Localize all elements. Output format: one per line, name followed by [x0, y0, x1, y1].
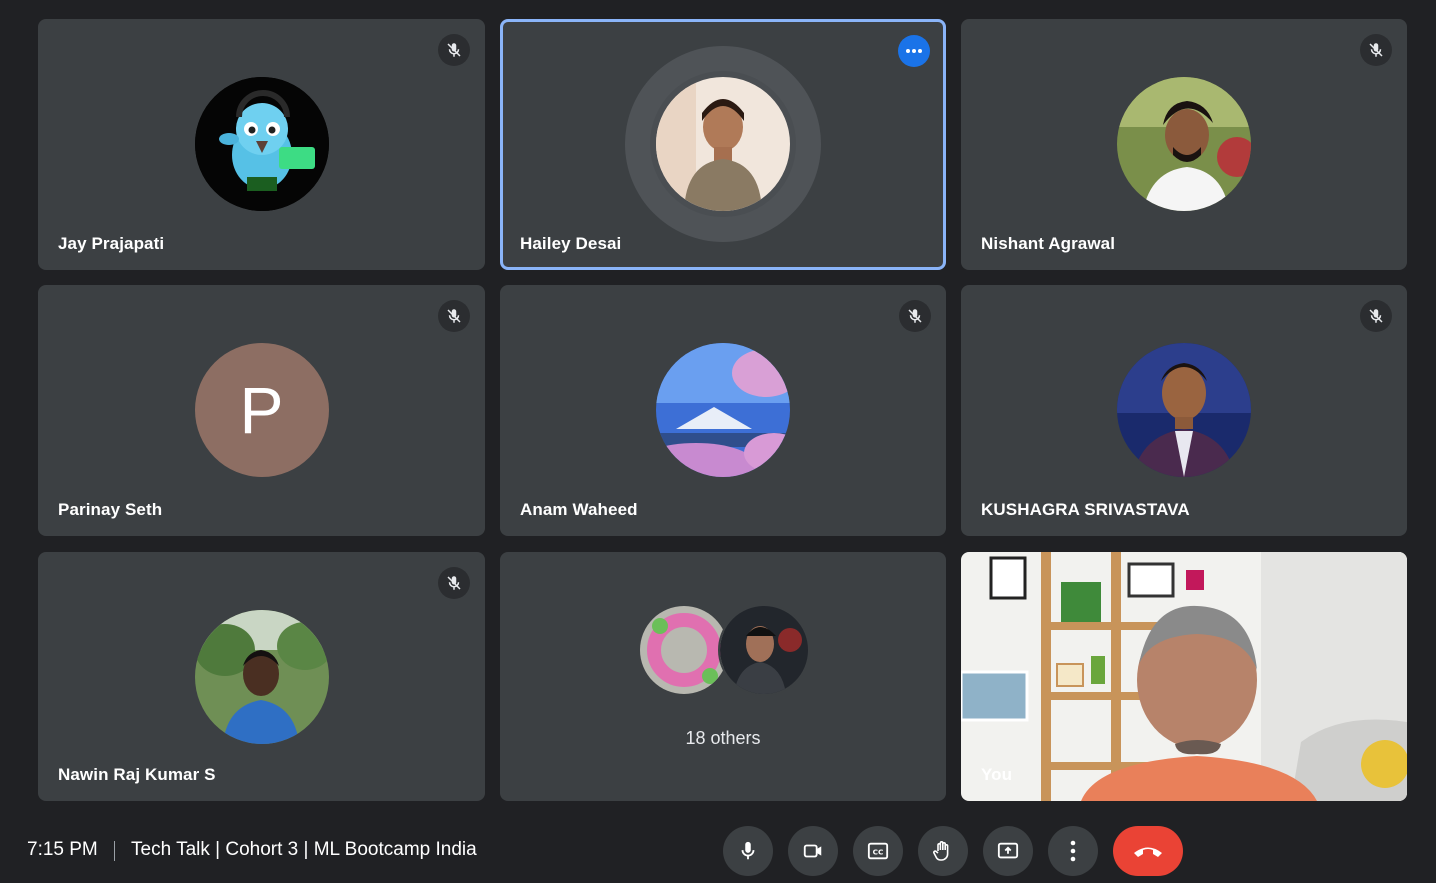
- mic-off-icon: [1360, 300, 1392, 332]
- camera-icon: [803, 844, 822, 858]
- camera-button[interactable]: [788, 826, 838, 876]
- clock: 7:15 PM: [27, 839, 98, 860]
- avatar-initial: P: [194, 343, 329, 477]
- participant-tile[interactable]: Anam Waheed: [500, 285, 946, 536]
- mic-off-icon: [438, 300, 470, 332]
- mic-off-icon: [1360, 34, 1392, 66]
- participant-name: Anam Waheed: [520, 500, 638, 519]
- avatar: [194, 77, 329, 211]
- self-label: You: [981, 765, 1013, 784]
- captions-button[interactable]: CC: [853, 826, 903, 876]
- participant-tile[interactable]: Nawin Raj Kumar S: [38, 552, 485, 801]
- avatar: [656, 343, 790, 477]
- end-call-button[interactable]: [1113, 826, 1183, 876]
- avatar: [1117, 343, 1251, 477]
- microphone-button[interactable]: [723, 826, 773, 876]
- raise-hand-icon: [933, 841, 949, 861]
- self-video-tile[interactable]: You: [961, 552, 1407, 801]
- participant-name: KUSHAGRA SRIVASTAVA: [981, 500, 1190, 519]
- others-avatar: [718, 604, 810, 696]
- participant-tile[interactable]: P Parinay Seth: [38, 285, 485, 536]
- others-tile[interactable]: 18 others: [500, 552, 946, 801]
- participant-tile[interactable]: Nishant Agrawal: [961, 19, 1407, 270]
- microphone-icon: [741, 841, 755, 860]
- captions-icon: CC: [867, 842, 889, 860]
- more-options-button[interactable]: [1048, 826, 1098, 876]
- others-count: 18 others: [685, 728, 761, 748]
- raise-hand-button[interactable]: [918, 826, 968, 876]
- present-screen-button[interactable]: [983, 826, 1033, 876]
- self-video-feed: [961, 552, 1407, 801]
- others-avatar: [638, 604, 730, 696]
- present-screen-icon: [997, 842, 1019, 859]
- mic-off-icon: [438, 567, 470, 599]
- participant-tile-active[interactable]: Hailey Desai: [500, 19, 946, 270]
- more-options-icon[interactable]: [898, 35, 930, 67]
- participant-tile[interactable]: Jay Prajapati: [38, 19, 485, 270]
- end-call-icon: [1134, 847, 1162, 857]
- participant-name: Parinay Seth: [58, 500, 163, 519]
- more-options-icon: [1070, 840, 1076, 862]
- participant-name: Nawin Raj Kumar S: [58, 765, 216, 784]
- avatar: [656, 77, 790, 211]
- participant-name: Jay Prajapati: [58, 234, 165, 253]
- participant-name: Nishant Agrawal: [981, 234, 1116, 253]
- meeting-title: Tech Talk | Cohort 3 | ML Bootcamp India: [131, 839, 477, 860]
- divider: [114, 841, 115, 861]
- avatar: [194, 610, 329, 744]
- participant-tile[interactable]: KUSHAGRA SRIVASTAVA: [961, 285, 1407, 536]
- svg-text:CC: CC: [873, 848, 884, 857]
- meeting-toolbar: 7:15 PM Tech Talk | Cohort 3 | ML Bootca…: [0, 815, 1436, 883]
- avatar: [1117, 77, 1251, 211]
- mic-off-icon: [899, 300, 931, 332]
- mic-off-icon: [438, 34, 470, 66]
- participant-name: Hailey Desai: [520, 234, 622, 253]
